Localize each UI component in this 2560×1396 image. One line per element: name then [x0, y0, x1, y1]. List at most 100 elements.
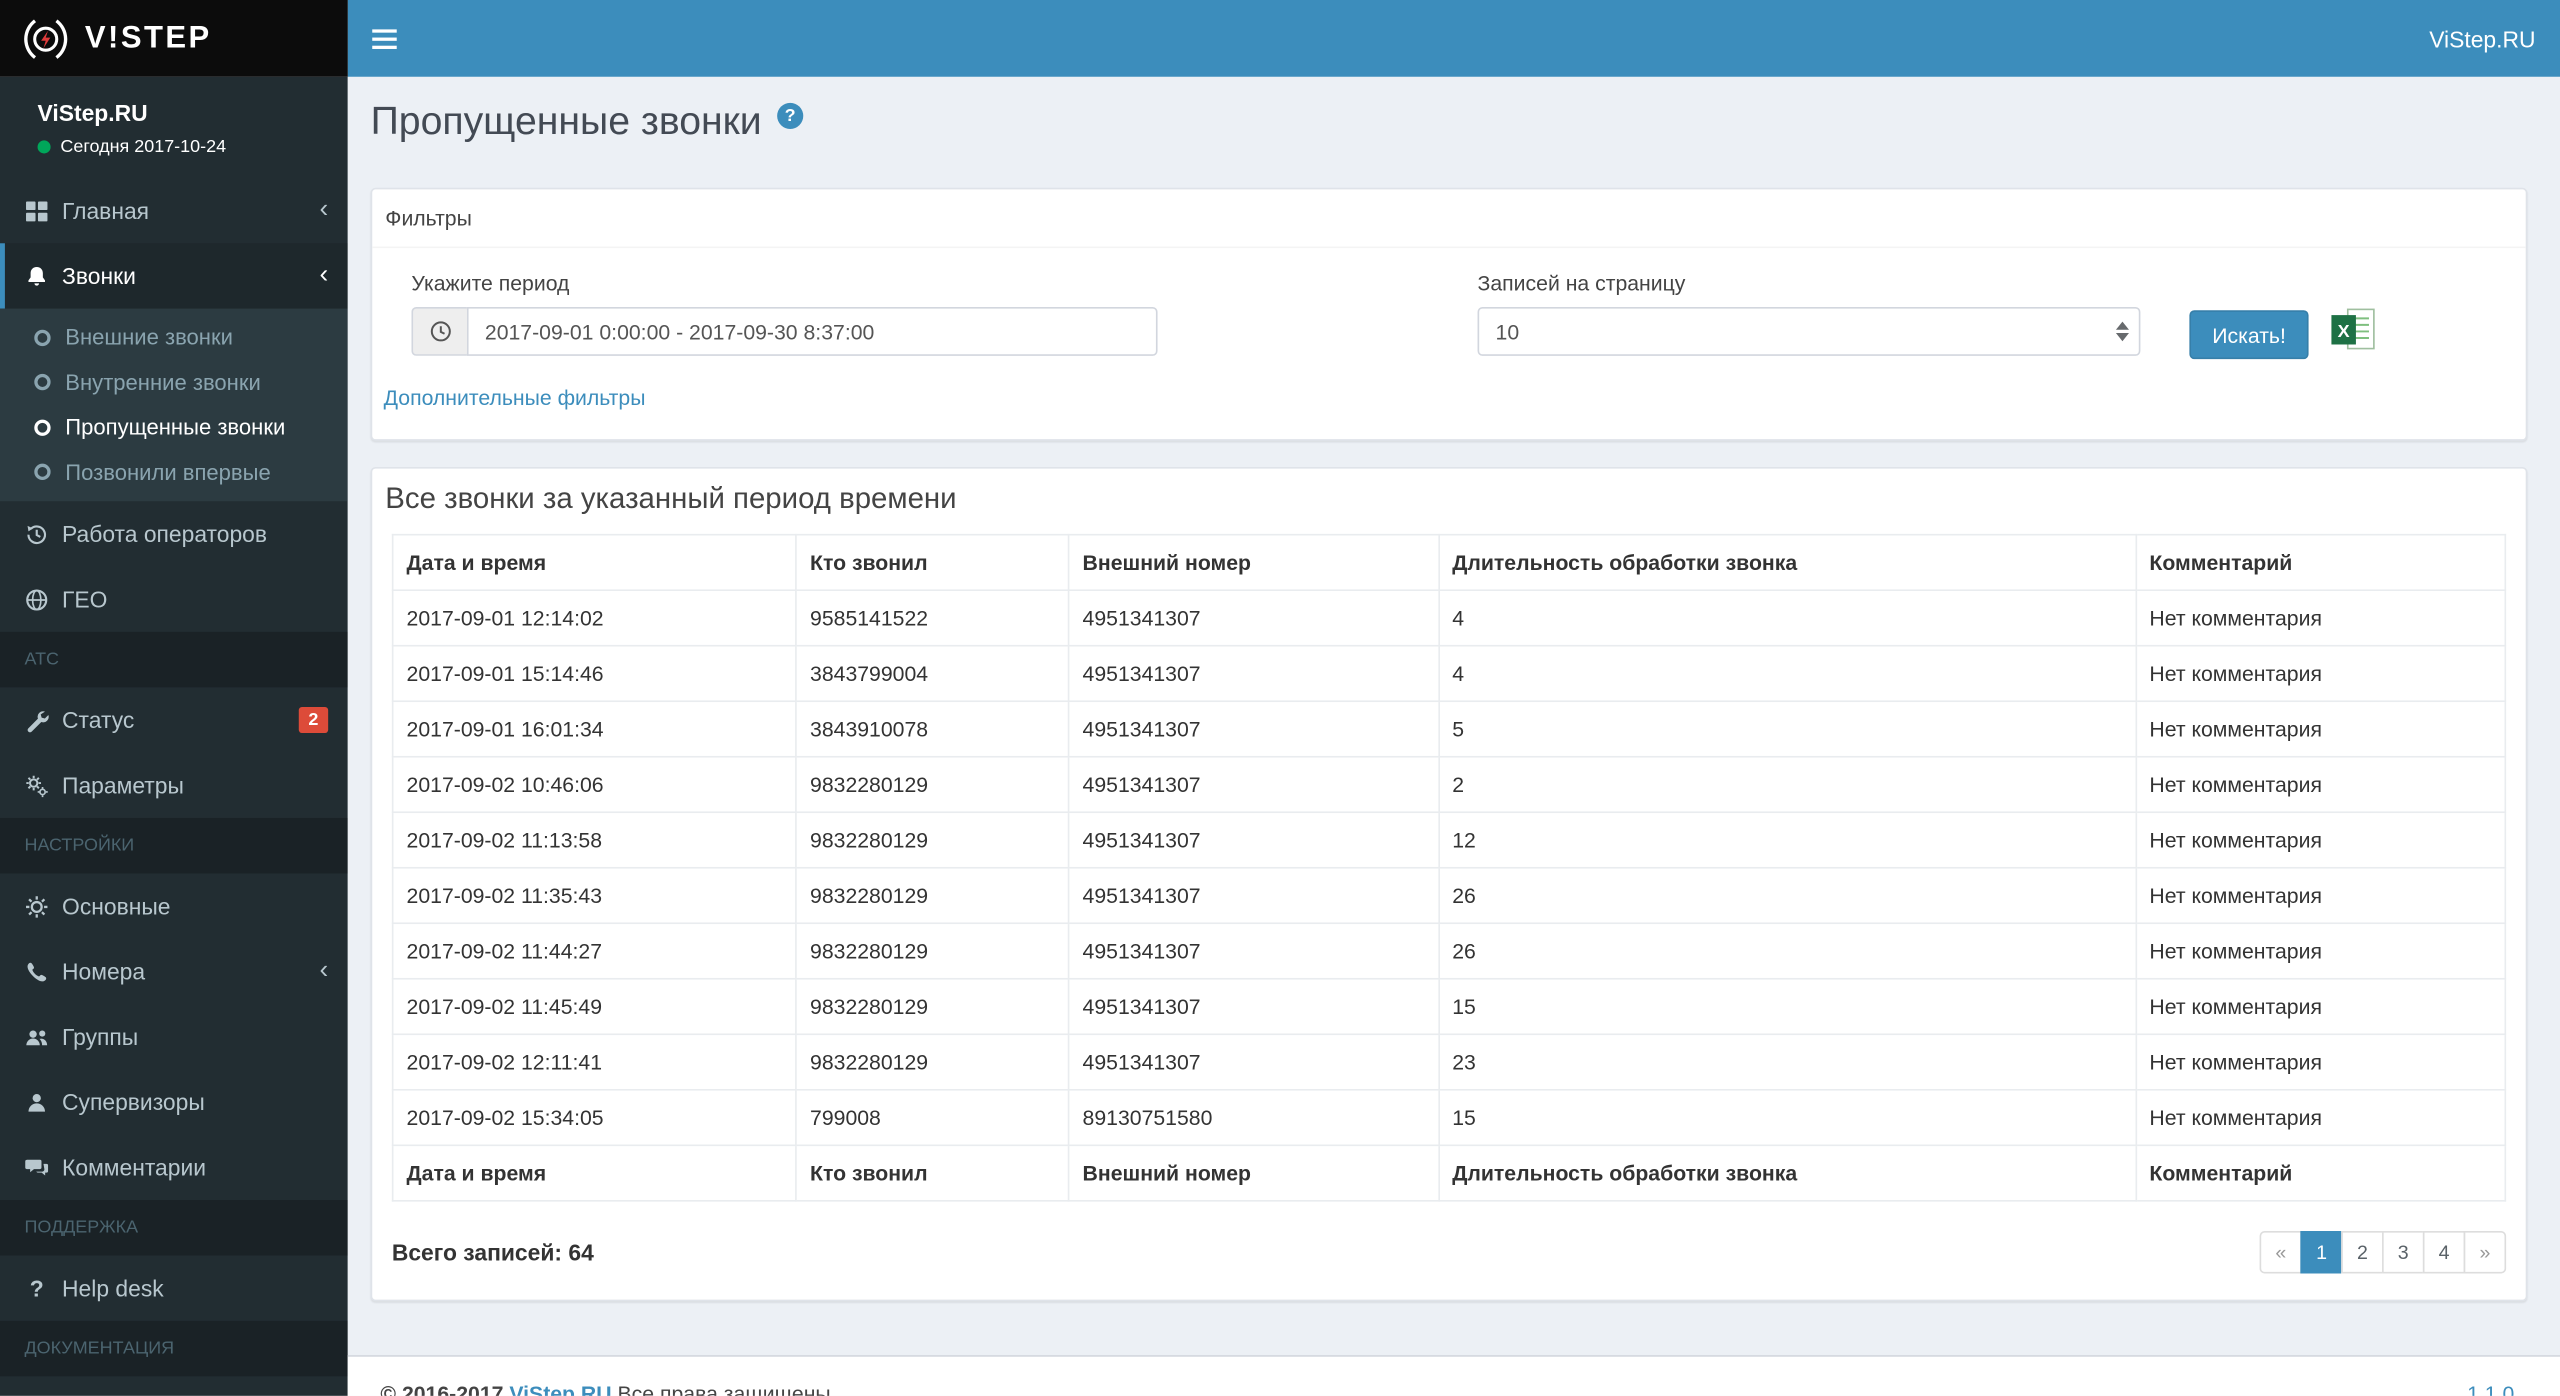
sidebar-item-internal-calls[interactable]: Внутренние звонки: [0, 360, 348, 405]
sidebar-submenu-calls: Внешние звонки Внутренние звонки Пропуще…: [0, 308, 348, 502]
sidebar-item-wiki[interactable]: Wiki: [0, 1376, 348, 1396]
sidebar-item-first-time-callers[interactable]: Позвонили впервые: [0, 450, 348, 495]
excel-export-icon[interactable]: X: [2328, 305, 2380, 354]
cell-comment: Нет комментария: [2134, 811, 2507, 869]
sidebar-item-label: Комментарии: [62, 1154, 207, 1181]
sidebar-user-panel: ViStep.RU Сегодня 2017-10-24: [0, 77, 348, 178]
cell-caller: 9832280129: [795, 1033, 1070, 1091]
sidebar-toggle-button[interactable]: [348, 0, 420, 77]
column-footer-duration: Длительность обработки звонка: [1437, 1144, 2137, 1202]
per-page-select[interactable]: 10: [1477, 306, 2141, 356]
select-spinner-icon: [2115, 309, 2129, 355]
table-row: 2017-09-02 15:34:05 799008 89130751580 1…: [391, 1088, 2507, 1147]
sidebar-item-general-settings[interactable]: Основные: [0, 873, 348, 938]
pagination-next[interactable]: »: [2463, 1231, 2507, 1274]
cell-caller: 799008: [795, 1088, 1070, 1147]
cell-comment: Нет комментария: [2134, 589, 2507, 647]
filters-panel-body: Укажите период Записей на страницу 10: [372, 248, 2525, 439]
brand-logo-icon: [24, 18, 68, 59]
pagination-page-1[interactable]: 1: [2300, 1231, 2343, 1274]
cell-external-number: 4951341307: [1067, 1033, 1440, 1091]
search-button[interactable]: Искать!: [2189, 310, 2309, 360]
pagination-page-3[interactable]: 3: [2382, 1231, 2425, 1274]
period-label: Укажите период: [411, 271, 570, 296]
cell-duration: 26: [1437, 866, 2137, 925]
sidebar-user-date: Сегодня 2017-10-24: [60, 137, 227, 157]
table-row: 2017-09-02 10:46:06 9832280129 495134130…: [391, 755, 2507, 814]
total-records-value: 64: [568, 1239, 594, 1266]
cell-datetime: 2017-09-02 10:46:06: [391, 755, 797, 814]
table-row: 2017-09-01 16:01:34 3843910078 495134130…: [391, 700, 2507, 758]
navbar-brand-label[interactable]: ViStep.RU: [2429, 0, 2535, 77]
pagination-prev[interactable]: «: [2259, 1231, 2303, 1274]
sidebar-item-status[interactable]: Статус 2: [0, 687, 348, 752]
cell-datetime: 2017-09-01 16:01:34: [391, 700, 797, 758]
sidebar-item-label: Супервизоры: [62, 1088, 205, 1116]
results-panel: Все звонки за указанный период времени Д…: [370, 466, 2528, 1302]
cell-external-number: 4951341307: [1067, 755, 1440, 814]
table-row: 2017-09-02 11:35:43 9832280129 495134130…: [391, 866, 2507, 925]
period-input[interactable]: [466, 306, 1158, 356]
sidebar-item-parameters[interactable]: Параметры: [0, 753, 348, 818]
sidebar-item-comments[interactable]: Комментарии: [0, 1135, 348, 1200]
sidebar-user-name: ViStep.RU: [37, 99, 148, 126]
table-row: 2017-09-02 12:11:41 9832280129 495134130…: [391, 1033, 2507, 1091]
period-input-group: [411, 306, 1158, 356]
cell-comment: Нет комментария: [2134, 700, 2507, 758]
phone-icon: [23, 959, 51, 983]
cell-datetime: 2017-09-01 15:14:46: [391, 644, 797, 703]
cell-external-number: 4951341307: [1067, 922, 1440, 980]
sidebar-item-missed-calls[interactable]: Пропущенные звонки: [0, 405, 348, 450]
cell-external-number: 4951341307: [1067, 700, 1440, 758]
pagination-page-4[interactable]: 4: [2422, 1231, 2466, 1274]
top-navbar: ViStep.RU: [347, 0, 2560, 77]
sidebar-item-numbers[interactable]: Номера ‹: [0, 939, 348, 1004]
circle-o-icon: [34, 374, 51, 391]
sidebar-menu: Главная ‹ Звонки ‹ Внешние звонки Внутре…: [0, 178, 348, 1396]
column-header-duration: Длительность обработки звонка: [1437, 533, 2137, 592]
column-header-caller: Кто звонил: [795, 533, 1070, 592]
circle-o-icon: [34, 329, 51, 346]
chevron-left-icon: ‹: [319, 261, 329, 289]
wrench-icon: [23, 708, 51, 732]
cell-duration: 2: [1437, 755, 2137, 814]
question-icon: ?: [29, 1275, 44, 1302]
content-header: Пропущенные звонки ?: [348, 77, 2560, 155]
sidebar-item-groups[interactable]: Группы: [0, 1004, 348, 1069]
cell-caller: 9832280129: [795, 922, 1070, 980]
sidebar-item-helpdesk[interactable]: ? Help desk: [0, 1256, 348, 1321]
chevron-left-icon: ‹: [319, 195, 329, 224]
history-icon: [23, 522, 51, 546]
table-footer-header-row: Дата и время Кто звонил Внешний номер Дл…: [391, 1144, 2507, 1202]
globe-icon: [23, 587, 51, 611]
total-records-label: Всего записей:: [391, 1239, 563, 1266]
column-footer-comment: Комментарий: [2134, 1144, 2507, 1202]
sidebar-item-geo[interactable]: ГЕО: [0, 567, 348, 632]
calls-table: Дата и время Кто звонил Внешний номер Дл…: [391, 533, 2507, 1202]
cell-duration: 12: [1437, 811, 2137, 869]
version-link[interactable]: 1.1.0: [2467, 1381, 2514, 1396]
sidebar-item-external-calls[interactable]: Внешние звонки: [0, 315, 348, 360]
footer-brand-link[interactable]: ViStep.RU: [509, 1381, 611, 1396]
pagination: « 1 2 3 4 »: [2259, 1231, 2507, 1274]
results-panel-footer: Всего записей: 64 « 1 2 3 4 »: [372, 1218, 2525, 1300]
sidebar-item-operators-work[interactable]: Работа операторов: [0, 501, 348, 566]
additional-filters-link[interactable]: Дополнительные фильтры: [384, 385, 646, 409]
sidebar-item-label: Работа операторов: [62, 520, 268, 547]
sidebar-item-supervisors[interactable]: Супервизоры: [0, 1069, 348, 1134]
cell-comment: Нет комментария: [2134, 1033, 2507, 1091]
cell-caller: 9832280129: [795, 866, 1070, 925]
column-header-datetime: Дата и время: [391, 533, 797, 592]
cell-comment: Нет комментария: [2134, 1088, 2507, 1147]
brand-logo[interactable]: V!STEP: [0, 0, 348, 77]
sidebar-item-calls[interactable]: Звонки ‹: [0, 243, 348, 309]
online-status-dot: [37, 140, 51, 154]
sidebar-item-home[interactable]: Главная ‹: [0, 178, 348, 243]
sidebar-item-label: Статус: [62, 706, 135, 734]
cell-duration: 23: [1437, 1033, 2137, 1091]
cell-datetime: 2017-09-02 11:13:58: [391, 811, 797, 869]
page-help-icon[interactable]: ?: [777, 102, 804, 129]
pagination-page-2[interactable]: 2: [2341, 1231, 2384, 1274]
cell-caller: 9832280129: [795, 977, 1070, 1036]
sidebar-item-label: Основные: [62, 893, 171, 920]
